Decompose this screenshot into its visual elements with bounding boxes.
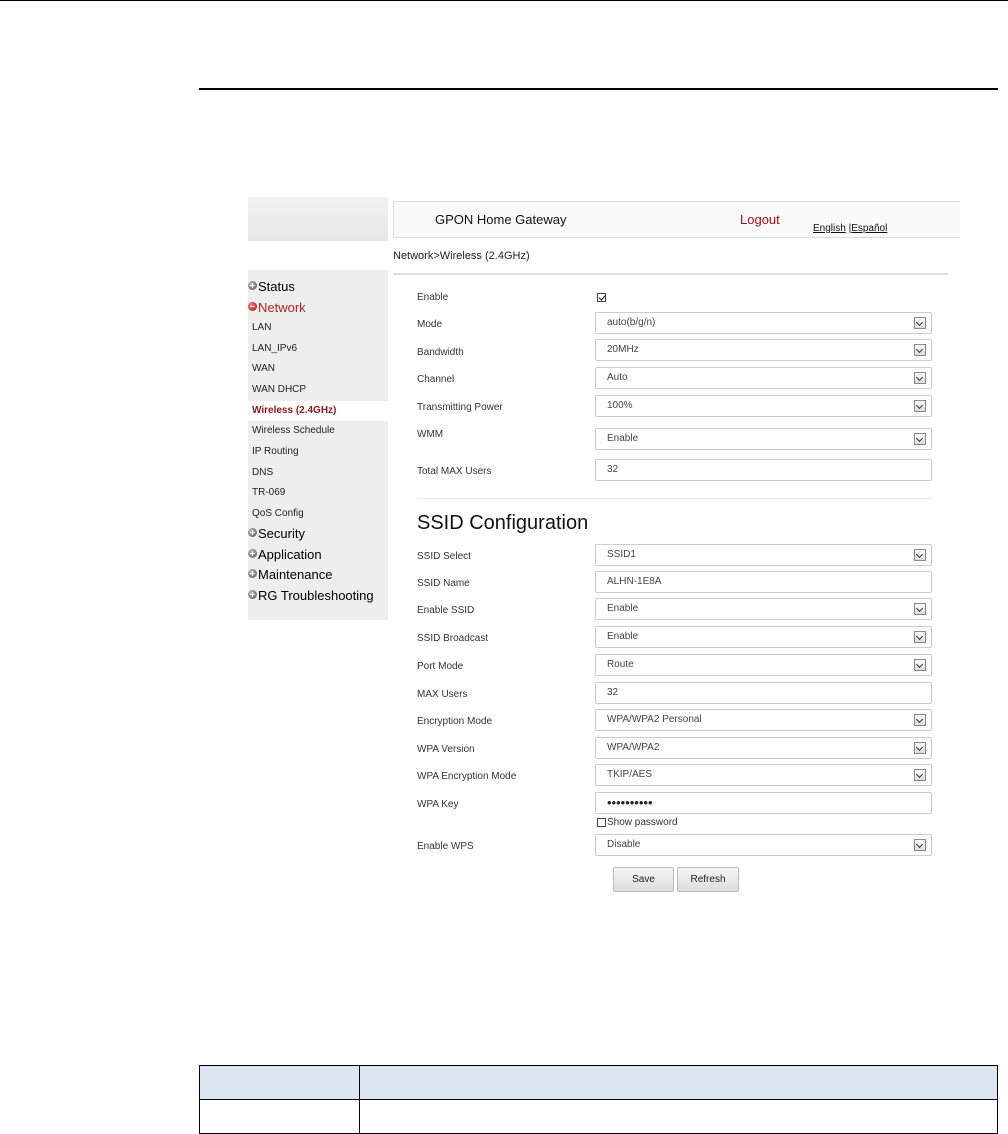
- max-users-input[interactable]: 32: [595, 682, 932, 704]
- chevron-down-icon: [914, 400, 926, 412]
- menu-group-rg-troubleshooting[interactable]: RG Troubleshooting: [248, 586, 374, 606]
- chevron-down-icon: [914, 603, 926, 615]
- channel-select[interactable]: Auto: [595, 367, 932, 389]
- section-divider: [417, 498, 932, 499]
- mode-select[interactable]: auto(b/g/n): [595, 312, 932, 334]
- expand-icon: [248, 549, 257, 558]
- language-english-link[interactable]: English: [813, 223, 846, 234]
- transmitting-power-select[interactable]: 100%: [595, 395, 932, 417]
- enable-wps-label: Enable WPS: [417, 841, 474, 852]
- port-mode-select[interactable]: Route: [595, 654, 932, 676]
- table-header-cell: [359, 1065, 998, 1100]
- wpa-key-label: WPA Key: [417, 799, 459, 810]
- ssid-select[interactable]: SSID1: [595, 544, 932, 566]
- refresh-button[interactable]: Refresh: [677, 867, 739, 892]
- expand-icon: [248, 590, 257, 599]
- total-max-users-input[interactable]: 32: [595, 459, 932, 481]
- transmitting-power-label: Transmitting Power: [417, 402, 503, 413]
- chevron-down-icon: [914, 742, 926, 754]
- menu-group-network[interactable]: Network: [248, 298, 306, 318]
- expand-icon: [248, 281, 257, 290]
- sidebar-item-lan-ipv6[interactable]: LAN_IPv6: [252, 339, 297, 359]
- total-max-users-label: Total MAX Users: [417, 466, 492, 477]
- table-row: [199, 1099, 998, 1134]
- collapse-icon: [248, 302, 257, 311]
- sidebar-item-wireless-schedule[interactable]: Wireless Schedule: [252, 421, 335, 441]
- port-mode-label: Port Mode: [417, 661, 464, 672]
- wpa-encryption-mode-select[interactable]: TKIP/AES: [595, 764, 932, 786]
- language-spanish-link[interactable]: Español: [851, 223, 887, 234]
- chevron-down-icon: [914, 714, 926, 726]
- document-header-rule: [199, 88, 998, 90]
- sidebar-item-dns[interactable]: DNS: [252, 463, 273, 483]
- wmm-label: WMM: [417, 429, 444, 440]
- max-users-label: MAX Users: [417, 689, 468, 700]
- logout-link[interactable]: Logout: [740, 212, 780, 227]
- table-cell: [359, 1099, 998, 1134]
- sidebar-header: [248, 197, 388, 241]
- wpa-encryption-mode-label: WPA Encryption Mode: [417, 771, 517, 782]
- enable-checkbox[interactable]: [597, 293, 606, 302]
- enable-ssid-label: Enable SSID: [417, 605, 475, 616]
- chevron-down-icon: [914, 344, 926, 356]
- table-header-row: [199, 1065, 998, 1100]
- channel-label: Channel: [417, 374, 455, 385]
- ssid-section-title: SSID Configuration: [417, 512, 589, 534]
- document-table: [199, 1065, 998, 1134]
- sidebar-item-wan-dhcp[interactable]: WAN DHCP: [252, 380, 306, 400]
- table-cell: [199, 1099, 360, 1134]
- chevron-down-icon: [914, 631, 926, 643]
- enable-label: Enable: [417, 292, 449, 303]
- breadcrumb-divider: [393, 273, 948, 275]
- sidebar-item-wireless-24ghz[interactable]: Wireless (2.4GHz): [248, 401, 388, 421]
- chevron-down-icon: [914, 769, 926, 781]
- chevron-down-icon: [914, 433, 926, 445]
- show-password-label: Show password: [607, 817, 678, 828]
- expand-icon: [248, 569, 257, 578]
- chevron-down-icon: [914, 549, 926, 561]
- ssid-select-label: SSID Select: [417, 551, 471, 562]
- chevron-down-icon: [914, 372, 926, 384]
- wmm-select[interactable]: Enable: [595, 428, 932, 450]
- breadcrumb: Network>Wireless (2.4GHz): [393, 250, 530, 262]
- chevron-down-icon: [914, 659, 926, 671]
- encryption-mode-select[interactable]: WPA/WPA2 Personal: [595, 709, 932, 731]
- ssid-broadcast-select[interactable]: Enable: [595, 626, 932, 648]
- save-button[interactable]: Save: [613, 867, 674, 892]
- expand-icon: [248, 528, 257, 537]
- sidebar-item-wan[interactable]: WAN: [252, 359, 275, 379]
- menu-group-maintenance[interactable]: Maintenance: [248, 565, 332, 585]
- wpa-version-select[interactable]: WPA/WPA2: [595, 737, 932, 759]
- language-switch: English |Español: [813, 223, 888, 234]
- ssid-broadcast-label: SSID Broadcast: [417, 633, 489, 644]
- ssid-name-label: SSID Name: [417, 578, 470, 589]
- mode-label: Mode: [417, 319, 443, 330]
- sidebar-item-qos-config[interactable]: QoS Config: [252, 504, 304, 524]
- wpa-version-label: WPA Version: [417, 744, 475, 755]
- menu-group-application[interactable]: Application: [248, 545, 322, 565]
- wpa-key-input[interactable]: ••••••••••: [595, 792, 932, 814]
- chevron-down-icon: [914, 839, 926, 851]
- bandwidth-label: Bandwidth: [417, 347, 464, 358]
- show-password-checkbox[interactable]: [597, 818, 606, 827]
- gateway-title: GPON Home Gateway: [435, 212, 567, 227]
- sidebar-item-lan[interactable]: LAN: [252, 318, 271, 338]
- encryption-mode-label: Encryption Mode: [417, 716, 493, 727]
- menu-group-security[interactable]: Security: [248, 524, 305, 544]
- enable-wps-select[interactable]: Disable: [595, 834, 932, 856]
- bandwidth-select[interactable]: 20MHz: [595, 339, 932, 361]
- menu-group-status[interactable]: Status: [248, 277, 295, 297]
- table-header-cell: [199, 1065, 360, 1100]
- ssid-name-input[interactable]: ALHN-1E8A: [595, 571, 932, 593]
- enable-ssid-select[interactable]: Enable: [595, 598, 932, 620]
- chevron-down-icon: [914, 317, 926, 329]
- sidebar-item-ip-routing[interactable]: IP Routing: [252, 442, 299, 462]
- page-top-rule: [0, 0, 1008, 1]
- sidebar-item-tr069[interactable]: TR-069: [252, 483, 285, 503]
